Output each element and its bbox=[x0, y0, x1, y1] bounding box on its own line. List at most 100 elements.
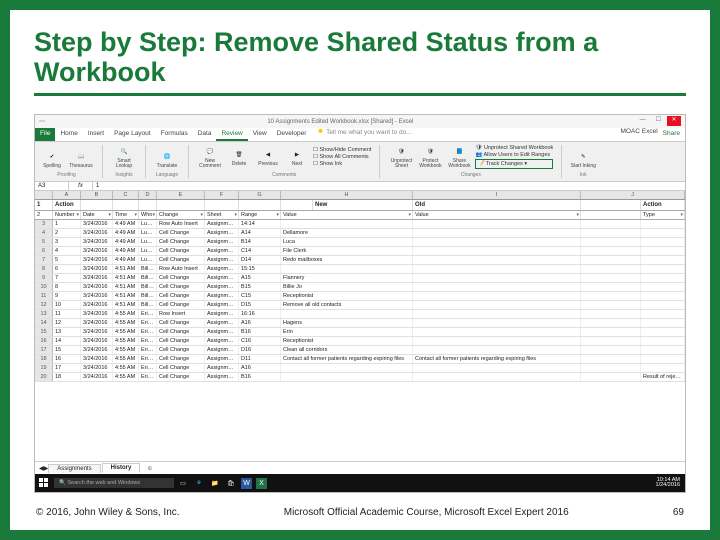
task-view-icon[interactable]: ▭ bbox=[177, 477, 189, 489]
header-row-1: 1ActionNewOldAction bbox=[35, 200, 685, 211]
title-divider bbox=[34, 93, 686, 96]
table-row[interactable]: 20183/24/20164:55 AMErin HagensCell Chan… bbox=[35, 373, 685, 382]
new-sheet-button[interactable]: ⊕ bbox=[141, 465, 158, 472]
tab-data[interactable]: Data bbox=[193, 128, 217, 141]
group-label-language: Language bbox=[156, 172, 178, 178]
previous-comment-button[interactable]: ◀Previous bbox=[255, 148, 281, 167]
start-button[interactable] bbox=[37, 476, 51, 490]
table-row[interactable]: 19173/24/20164:55 AMErin HagensCell Chan… bbox=[35, 364, 685, 373]
track-changes-button[interactable]: 📝 Track Changes ▾ bbox=[475, 159, 553, 169]
show-all-comments-link[interactable]: ☐ Show All Comments bbox=[313, 154, 371, 160]
page-number: 69 bbox=[673, 507, 684, 518]
tab-page-layout[interactable]: Page Layout bbox=[109, 128, 156, 141]
word-icon[interactable]: W bbox=[241, 478, 252, 489]
sheet-tab-assignments[interactable]: Assignments bbox=[48, 464, 100, 473]
minimize-button[interactable]: — bbox=[636, 117, 650, 127]
taskbar-search[interactable]: 🔍 Search the web and Windows bbox=[54, 478, 174, 488]
header-row-2[interactable]: 2 Number Date Time Who Change Sheet Rang… bbox=[35, 211, 685, 220]
window-title: 10 Assignments Edited Workbook.xlsx [Sha… bbox=[45, 119, 636, 125]
table-row[interactable]: 15133/24/20164:55 AMErin HagensCell Chan… bbox=[35, 328, 685, 337]
table-row[interactable]: 643/24/20164:49 AMLuca DellamoreCell Cha… bbox=[35, 247, 685, 256]
share-workbook-button[interactable]: 📘Share Workbook bbox=[446, 145, 472, 169]
unprotect-shared-workbook-link[interactable]: 🛡 Unprotect Shared Workbook bbox=[475, 145, 553, 151]
col-change: Change bbox=[157, 211, 205, 219]
tell-me-label: Tell me what you want to do... bbox=[326, 129, 412, 136]
table-row[interactable]: 533/24/20164:49 AMLuca DellamoreCell Cha… bbox=[35, 238, 685, 247]
table-row[interactable]: 313/24/20164:49 AMLuca DellamoreRow Auto… bbox=[35, 220, 685, 229]
table-row[interactable]: 973/24/20164:51 AMBillie Jo FlanneryCell… bbox=[35, 274, 685, 283]
tab-review[interactable]: Review bbox=[216, 128, 247, 141]
group-language: 🌐Translate Language bbox=[154, 150, 180, 178]
column-headers[interactable]: ABCDEFGHIJ bbox=[35, 191, 685, 200]
explorer-icon[interactable]: 📁 bbox=[209, 477, 221, 489]
spelling-button[interactable]: ✔Spelling bbox=[39, 150, 65, 169]
thesaurus-button[interactable]: 📖Thesaurus bbox=[68, 150, 94, 169]
next-comment-button[interactable]: ▶Next bbox=[284, 148, 310, 167]
store-icon[interactable]: 🛍 bbox=[225, 477, 237, 489]
excel-icon[interactable]: X bbox=[256, 478, 267, 489]
start-inking-button[interactable]: ✎Start Inking bbox=[570, 150, 596, 169]
smart-lookup-button[interactable]: 🔍Smart Lookup bbox=[111, 145, 137, 169]
table-row[interactable]: 1193/24/20164:51 AMBillie Jo FlanneryCel… bbox=[35, 292, 685, 301]
slide-footer: © 2016, John Wiley & Sons, Inc. Microsof… bbox=[34, 493, 686, 520]
formula-input[interactable]: 1 bbox=[93, 182, 685, 190]
fx-icon[interactable]: fx bbox=[69, 182, 93, 190]
name-box[interactable]: A3 bbox=[35, 182, 69, 190]
tab-view[interactable]: View bbox=[248, 128, 272, 141]
window-titlebar: ⋯ 10 Assignments Edited Workbook.xlsx [S… bbox=[35, 115, 685, 128]
col-who: Who bbox=[139, 211, 157, 219]
course-text: Microsoft Official Academic Course, Micr… bbox=[284, 507, 569, 518]
col-type: Type bbox=[641, 211, 685, 219]
translate-button[interactable]: 🌐Translate bbox=[154, 150, 180, 169]
ribbon-review: ✔Spelling 📖Thesaurus Proofing 🔍Smart Loo… bbox=[35, 142, 685, 182]
group-proofing: ✔Spelling 📖Thesaurus Proofing bbox=[39, 150, 94, 178]
maximize-button[interactable]: ☐ bbox=[651, 116, 665, 126]
table-row[interactable]: 18163/24/20164:55 AMErin HagensCell Chan… bbox=[35, 355, 685, 364]
tab-insert[interactable]: Insert bbox=[83, 128, 109, 141]
group-label-insights: Insights bbox=[115, 172, 132, 178]
table-row[interactable]: 753/24/20164:49 AMLuca DellamoreCell Cha… bbox=[35, 256, 685, 265]
table-row[interactable]: 14123/24/20164:55 AMErin HagensCell Chan… bbox=[35, 319, 685, 328]
group-insights: 🔍Smart Lookup Insights bbox=[111, 145, 137, 178]
col-range: Range bbox=[239, 211, 281, 219]
unprotect-sheet-button[interactable]: 🛡Unprotect Sheet bbox=[388, 145, 414, 169]
group-label-comments: Comments bbox=[272, 172, 296, 178]
show-hide-comment-link[interactable]: ☐ Show/Hide Comment bbox=[313, 147, 371, 153]
data-rows[interactable]: 313/24/20164:49 AMLuca DellamoreRow Auto… bbox=[35, 220, 685, 382]
tab-formulas[interactable]: Formulas bbox=[156, 128, 193, 141]
table-row[interactable]: 423/24/20164:49 AMLuca DellamoreCell Cha… bbox=[35, 229, 685, 238]
protect-workbook-button[interactable]: 🛡Protect Workbook bbox=[417, 145, 443, 169]
slide-title: Step by Step: Remove Shared Status from … bbox=[34, 28, 686, 87]
allow-edit-ranges-link[interactable]: 👥 Allow Users to Edit Ranges bbox=[475, 152, 553, 158]
edge-icon[interactable]: e bbox=[193, 477, 205, 489]
tab-developer[interactable]: Developer bbox=[272, 128, 312, 141]
tab-home[interactable]: Home bbox=[55, 128, 82, 141]
table-row[interactable]: 12103/24/20164:51 AMBillie Jo FlanneryCe… bbox=[35, 301, 685, 310]
show-ink-link[interactable]: ☐ Show Ink bbox=[313, 161, 371, 167]
table-row[interactable]: 13113/24/20164:55 AMErin HagensRow Inser… bbox=[35, 310, 685, 319]
new-comment-button[interactable]: 💬New Comment bbox=[197, 145, 223, 169]
table-row[interactable]: 16143/24/20164:55 AMErin HagensCell Chan… bbox=[35, 337, 685, 346]
table-row[interactable]: 863/24/20164:51 AMBillie Jo FlanneryRow … bbox=[35, 265, 685, 274]
table-row[interactable]: 17153/24/20164:55 AMErin HagensCell Chan… bbox=[35, 346, 685, 355]
formula-bar: A3 fx 1 bbox=[35, 182, 685, 191]
taskbar-clock[interactable]: 10:14 AM1/24/2016 bbox=[656, 478, 683, 489]
col-new-value: Value bbox=[281, 211, 413, 219]
group-label-ink: Ink bbox=[580, 172, 587, 178]
share-button[interactable]: Share bbox=[658, 128, 685, 141]
close-button[interactable]: ✕ bbox=[667, 116, 681, 126]
tab-file[interactable]: File bbox=[35, 128, 55, 141]
sheet-tab-strip: ◀ ▶ Assignments History ⊕ bbox=[35, 461, 685, 474]
col-number: Number bbox=[53, 211, 81, 219]
group-ink: ✎Start Inking Ink bbox=[570, 150, 596, 178]
delete-comment-button[interactable]: 🗑Delete bbox=[226, 148, 252, 167]
worksheet-grid[interactable]: ABCDEFGHIJ 1ActionNewOldAction 2 Number … bbox=[35, 191, 685, 461]
table-row[interactable]: 1083/24/20164:51 AMBillie Jo FlanneryCel… bbox=[35, 283, 685, 292]
sheet-tab-history[interactable]: History bbox=[102, 463, 141, 473]
group-label-changes: Changes bbox=[461, 172, 481, 178]
tell-me-input[interactable]: Tell me what you want to do... bbox=[317, 128, 620, 141]
signed-in-user[interactable]: MOAC Excel bbox=[620, 128, 657, 141]
group-changes: 🛡Unprotect Sheet 🛡Protect Workbook 📘Shar… bbox=[388, 145, 553, 178]
copyright-text: © 2016, John Wiley & Sons, Inc. bbox=[36, 507, 180, 518]
windows-taskbar: 🔍 Search the web and Windows ▭ e 📁 🛍 W X… bbox=[35, 474, 685, 492]
